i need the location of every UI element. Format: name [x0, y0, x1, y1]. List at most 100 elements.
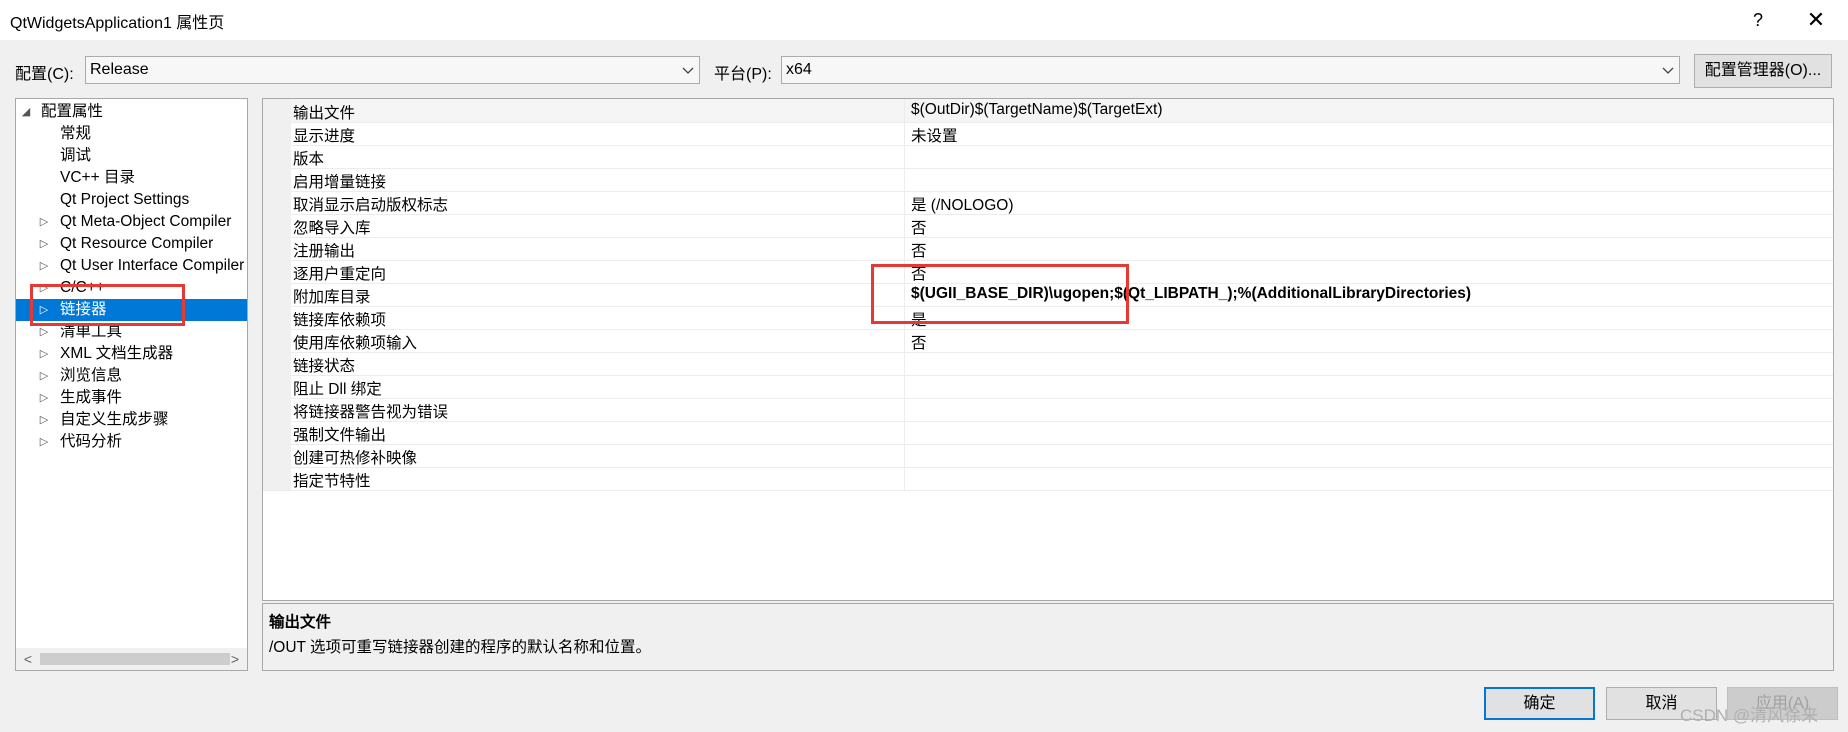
tree-item[interactable]: ▷ XML 文档生成器: [16, 343, 247, 365]
tree-item[interactable]: Qt Project Settings: [16, 189, 247, 211]
property-value[interactable]: 未设置: [911, 124, 958, 146]
column-divider: [904, 122, 905, 145]
column-divider: [904, 145, 905, 168]
window-title: QtWidgetsApplication1 属性页: [10, 15, 225, 32]
title-bar: QtWidgetsApplication1 属性页 ? ✕: [0, 0, 1848, 40]
property-row[interactable]: 将链接器警告视为错误: [263, 398, 1833, 422]
tree-item[interactable]: ▷ Qt User Interface Compiler: [16, 255, 247, 277]
property-value[interactable]: $(OutDir)$(TargetName)$(TargetExt): [911, 101, 1163, 119]
platform-dropdown-value: x64: [786, 61, 812, 78]
column-divider: [904, 398, 905, 421]
expand-arrow-icon[interactable]: ▷: [39, 387, 49, 409]
property-value[interactable]: 否: [911, 239, 927, 261]
expand-arrow-icon[interactable]: ▷: [39, 255, 49, 277]
row-gutter: [263, 237, 291, 260]
tree-item-label: VC++ 目录: [60, 169, 135, 186]
tree-item-label: 配置属性: [41, 103, 104, 120]
tree-item-label: 常规: [60, 125, 92, 142]
scroll-right-icon[interactable]: >: [227, 650, 243, 668]
tree-item[interactable]: ▷ Qt Resource Compiler: [16, 233, 247, 255]
tree-item[interactable]: ▷ 自定义生成步骤: [16, 409, 247, 431]
property-row[interactable]: 注册输出 否: [263, 237, 1833, 261]
property-name: 显示进度: [293, 128, 356, 145]
tree-item[interactable]: 调试: [16, 145, 247, 167]
tree-item[interactable]: VC++ 目录: [16, 167, 247, 189]
column-divider: [904, 329, 905, 352]
row-gutter: [263, 214, 291, 237]
property-row[interactable]: 输出文件 $(OutDir)$(TargetName)$(TargetExt): [263, 99, 1833, 123]
tree-item[interactable]: ▷ 代码分析: [16, 431, 247, 453]
expand-arrow-icon[interactable]: ▷: [39, 233, 49, 255]
column-divider: [904, 237, 905, 260]
property-row[interactable]: 阻止 Dll 绑定: [263, 375, 1833, 399]
row-gutter: [263, 444, 291, 467]
property-row[interactable]: 创建可热修补映像: [263, 444, 1833, 468]
property-value[interactable]: 否: [911, 216, 927, 238]
tree-horizontal-scrollbar[interactable]: < >: [16, 648, 247, 670]
annotation-box-linker: [30, 284, 185, 326]
expand-arrow-icon[interactable]: ▷: [39, 211, 49, 233]
tree-item[interactable]: ▷ 生成事件: [16, 387, 247, 409]
description-title: 输出文件: [269, 614, 332, 631]
platform-label: 平台(P):: [714, 66, 772, 83]
row-gutter: [263, 421, 291, 444]
property-row[interactable]: 版本: [263, 145, 1833, 169]
property-value[interactable]: 否: [911, 331, 927, 353]
property-row[interactable]: 强制文件输出: [263, 421, 1833, 445]
platform-dropdown[interactable]: x64: [781, 56, 1680, 84]
property-row[interactable]: 链接状态: [263, 352, 1833, 376]
property-name: 逐用户重定向: [293, 266, 387, 283]
scrollbar-thumb[interactable]: [40, 653, 230, 665]
row-gutter: [263, 99, 291, 122]
column-divider: [904, 444, 905, 467]
help-button[interactable]: ?: [1744, 6, 1772, 34]
tree-item[interactable]: 常规: [16, 123, 247, 145]
tree-item[interactable]: ◢ 配置属性: [16, 101, 247, 123]
property-row[interactable]: 启用增量链接: [263, 168, 1833, 192]
expand-arrow-icon[interactable]: ▷: [39, 343, 49, 365]
ok-button[interactable]: 确定: [1484, 687, 1595, 720]
chevron-down-icon: [1662, 67, 1674, 74]
property-row[interactable]: 忽略导入库 否: [263, 214, 1833, 238]
config-dropdown[interactable]: Release: [85, 56, 700, 84]
row-gutter: [263, 122, 291, 145]
property-name: 输出文件: [293, 105, 356, 122]
column-divider: [904, 99, 905, 122]
configuration-manager-button[interactable]: 配置管理器(O)...: [1694, 54, 1832, 88]
property-name: 链接库依赖项: [293, 312, 387, 329]
tree-item[interactable]: ▷ 浏览信息: [16, 365, 247, 387]
tree-item[interactable]: ▷ Qt Meta-Object Compiler: [16, 211, 247, 233]
expand-arrow-icon[interactable]: ▷: [39, 431, 49, 453]
property-row[interactable]: 显示进度 未设置: [263, 122, 1833, 146]
column-divider: [904, 191, 905, 214]
property-name: 创建可热修补映像: [293, 450, 418, 467]
row-gutter: [263, 283, 291, 306]
scroll-left-icon[interactable]: <: [20, 650, 36, 668]
row-gutter: [263, 375, 291, 398]
description-panel: 输出文件 /OUT 选项可重写链接器创建的程序的默认名称和位置。: [262, 603, 1834, 671]
row-gutter: [263, 398, 291, 421]
expand-arrow-icon[interactable]: ▷: [39, 365, 49, 387]
property-value[interactable]: 是 (/NOLOGO): [911, 193, 1013, 215]
description-text: /OUT 选项可重写链接器创建的程序的默认名称和位置。: [269, 639, 652, 656]
expand-arrow-icon[interactable]: ◢: [21, 101, 31, 123]
row-gutter: [263, 352, 291, 375]
property-name: 附加库目录: [293, 289, 371, 306]
property-row[interactable]: 取消显示启动版权标志 是 (/NOLOGO): [263, 191, 1833, 215]
close-button[interactable]: ✕: [1802, 6, 1830, 34]
expand-arrow-icon[interactable]: ▷: [39, 409, 49, 431]
property-grid: 输出文件 $(OutDir)$(TargetName)$(TargetExt) 显示…: [262, 98, 1834, 601]
row-gutter: [263, 168, 291, 191]
property-name: 使用库依赖项输入: [293, 335, 418, 352]
property-tree: ◢ 配置属性常规调试 VC++ 目录 Qt Project Settings ▷ Qt M…: [15, 98, 248, 671]
property-name: 阻止 Dll 绑定: [293, 381, 382, 398]
row-gutter: [263, 467, 291, 490]
property-name: 启用增量链接: [293, 174, 387, 191]
tree-item-label: 生成事件: [60, 389, 123, 406]
column-divider: [904, 168, 905, 191]
property-name: 链接状态: [293, 358, 356, 375]
property-row[interactable]: 使用库依赖项输入 否: [263, 329, 1833, 353]
property-row[interactable]: 指定节特性: [263, 467, 1833, 491]
